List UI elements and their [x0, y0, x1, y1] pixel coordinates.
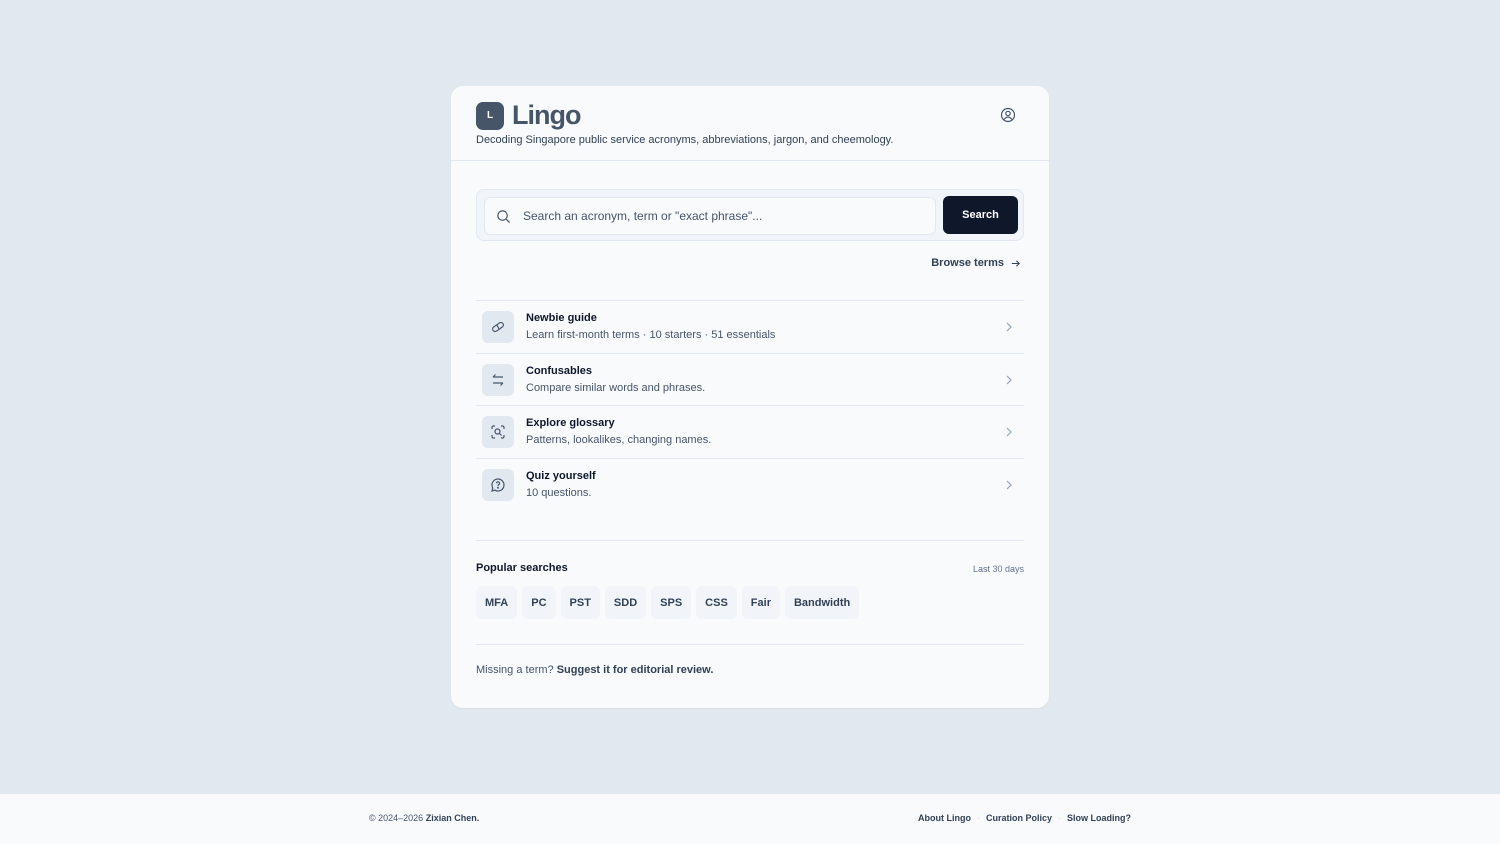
- user-account-icon[interactable]: [1000, 107, 1016, 123]
- pill-icon: [482, 311, 514, 343]
- popular-chips: MFA PC PST SDD SPS CSS Fair Bandwidth: [476, 586, 860, 619]
- chip-mfa[interactable]: MFA: [476, 586, 518, 619]
- divider: [476, 644, 1024, 645]
- main-card: L Lingo Decoding Singapore public servic…: [451, 86, 1049, 708]
- arrows-swap-icon: [482, 363, 514, 396]
- footer-link-curation-policy[interactable]: Curation Policy: [986, 813, 1052, 823]
- logo[interactable]: L Lingo: [476, 100, 581, 131]
- nav-item-title: Quiz yourself: [526, 469, 596, 482]
- nav-item-title: Explore glossary: [526, 417, 615, 429]
- nav-item-desc: Patterns, lookalikes, changing names.: [526, 434, 712, 446]
- separator: ·: [1058, 813, 1061, 823]
- chevron-right-icon: [1006, 427, 1012, 437]
- footer-link-slow-loading[interactable]: Slow Loading?: [1067, 813, 1131, 823]
- search-field: [484, 197, 936, 235]
- popular-searches-title: Popular searches: [476, 562, 568, 574]
- help-bubble-icon: [482, 468, 514, 501]
- chip-pc[interactable]: PC: [522, 586, 556, 619]
- tagline: Decoding Singapore public service acrony…: [476, 134, 894, 146]
- suggest-term-link[interactable]: Suggest it for editorial review.: [557, 664, 714, 676]
- browse-terms-label: Browse terms: [931, 257, 1004, 269]
- footer-links: About Lingo · Curation Policy · Slow Loa…: [918, 813, 1131, 823]
- chip-pst[interactable]: PST: [560, 586, 600, 619]
- feature-list: Newbie guide Learn first-month terms · 1…: [476, 300, 1024, 511]
- chip-fair[interactable]: Fair: [741, 586, 780, 619]
- search-input[interactable]: [523, 198, 923, 234]
- chip-css[interactable]: CSS: [696, 586, 737, 619]
- missing-term-note: Missing a term? Suggest it for editorial…: [476, 664, 713, 676]
- nav-item-desc: Compare similar words and phrases.: [526, 381, 706, 394]
- card-header: L Lingo Decoding Singapore public servic…: [451, 86, 1049, 161]
- footer: © 2024–2026 Zixian Chen. About Lingo · C…: [0, 794, 1500, 844]
- nav-item-desc: 10 questions.: [526, 486, 592, 499]
- browse-terms-link[interactable]: Browse terms: [931, 257, 1021, 269]
- separator: ·: [976, 813, 980, 823]
- nav-item-title: Newbie guide: [526, 312, 597, 324]
- copyright-prefix: © 2024–2026: [369, 813, 424, 823]
- nav-item-newbie-guide[interactable]: Newbie guide Learn first-month terms · 1…: [476, 301, 1024, 354]
- search-bar: Search: [476, 189, 1024, 241]
- app-name: Lingo: [512, 100, 581, 130]
- scan-search-icon: [482, 416, 514, 448]
- arrow-right-icon: [1011, 259, 1020, 267]
- nav-item-confusables[interactable]: Confusables Compare similar words and ph…: [476, 354, 1024, 406]
- search-icon: [496, 209, 511, 224]
- nav-item-title: Confusables: [526, 364, 593, 377]
- missing-term-prefix: Missing a term?: [476, 664, 554, 676]
- footer-link-about[interactable]: About Lingo: [918, 813, 971, 823]
- nav-item-quiz-yourself[interactable]: Quiz yourself 10 questions.: [476, 459, 1024, 512]
- nav-item-desc: Learn first-month terms · 10 starters · …: [526, 329, 776, 341]
- chevron-right-icon: [1006, 480, 1012, 489]
- author-name: Zixian Chen.: [425, 813, 480, 823]
- nav-item-explore-glossary[interactable]: Explore glossary Patterns, lookalikes, c…: [476, 406, 1024, 459]
- chevron-right-icon: [1006, 375, 1012, 384]
- popular-searches-range: Last 30 days: [972, 564, 1024, 574]
- chip-sps[interactable]: SPS: [651, 586, 692, 619]
- copyright: © 2024–2026 Zixian Chen.: [369, 813, 479, 823]
- search-button[interactable]: Search: [943, 196, 1018, 234]
- chevron-right-icon: [1006, 322, 1012, 332]
- chip-sdd[interactable]: SDD: [604, 586, 647, 619]
- logo-mark: L: [476, 101, 504, 130]
- chip-bandwidth[interactable]: Bandwidth: [784, 586, 860, 619]
- divider: [476, 540, 1024, 541]
